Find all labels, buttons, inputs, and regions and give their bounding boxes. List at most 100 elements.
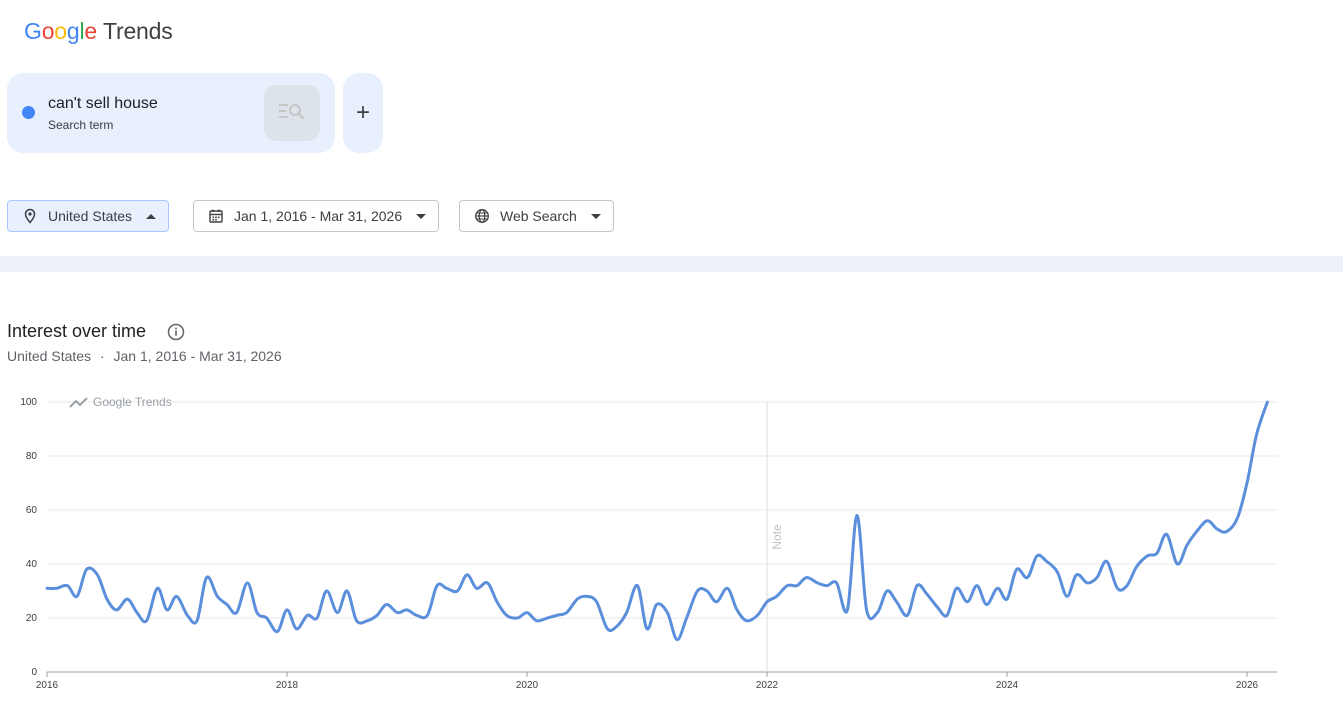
data-point[interactable]: [354, 618, 360, 624]
data-point[interactable]: [194, 618, 200, 624]
data-point[interactable]: [384, 602, 390, 608]
data-point[interactable]: [374, 612, 380, 618]
data-point[interactable]: [824, 583, 830, 589]
data-point[interactable]: [564, 610, 570, 616]
data-point[interactable]: [1114, 585, 1120, 591]
data-point[interactable]: [674, 637, 680, 643]
data-point[interactable]: [1104, 558, 1110, 564]
data-point[interactable]: [844, 607, 850, 613]
data-point[interactable]: [874, 610, 880, 616]
data-point[interactable]: [1124, 583, 1130, 589]
data-point[interactable]: [344, 588, 350, 594]
data-point[interactable]: [624, 610, 630, 616]
data-point[interactable]: [854, 512, 860, 518]
data-point[interactable]: [1164, 531, 1170, 537]
data-point[interactable]: [364, 618, 370, 624]
data-point[interactable]: [264, 615, 270, 621]
data-point[interactable]: [954, 585, 960, 591]
data-point[interactable]: [134, 610, 140, 616]
add-term-button[interactable]: +: [343, 73, 383, 153]
data-point[interactable]: [914, 583, 920, 589]
data-point[interactable]: [534, 618, 540, 624]
data-point[interactable]: [1194, 529, 1200, 535]
data-point[interactable]: [594, 599, 600, 605]
data-point[interactable]: [114, 607, 120, 613]
data-point[interactable]: [604, 626, 610, 632]
data-point[interactable]: [944, 612, 950, 618]
data-point[interactable]: [204, 575, 210, 581]
data-point[interactable]: [1054, 569, 1060, 575]
data-point[interactable]: [164, 607, 170, 613]
data-point[interactable]: [124, 596, 130, 602]
data-point[interactable]: [584, 593, 590, 599]
data-point[interactable]: [894, 599, 900, 605]
data-point[interactable]: [94, 572, 100, 578]
data-point[interactable]: [324, 588, 330, 594]
data-point[interactable]: [994, 585, 1000, 591]
data-point[interactable]: [394, 610, 400, 616]
data-point[interactable]: [644, 626, 650, 632]
term-search-button[interactable]: [264, 85, 320, 141]
data-point[interactable]: [984, 602, 990, 608]
data-point[interactable]: [774, 593, 780, 599]
data-point[interactable]: [144, 618, 150, 624]
annotation-label[interactable]: Note: [770, 524, 784, 550]
data-point[interactable]: [504, 612, 510, 618]
data-point[interactable]: [154, 585, 160, 591]
data-point[interactable]: [434, 583, 440, 589]
data-point[interactable]: [1154, 550, 1160, 556]
data-point[interactable]: [224, 602, 230, 608]
data-point[interactable]: [704, 588, 710, 594]
data-point[interactable]: [444, 585, 450, 591]
data-point[interactable]: [284, 607, 290, 613]
data-point[interactable]: [1044, 558, 1050, 564]
date-range-filter[interactable]: Jan 1, 2016 - Mar 31, 2026: [193, 200, 440, 232]
data-point[interactable]: [554, 612, 560, 618]
data-point[interactable]: [744, 618, 750, 624]
data-point[interactable]: [1134, 564, 1140, 570]
data-point[interactable]: [474, 585, 480, 591]
interest-over-time-chart[interactable]: 0 20 40 60 80 100 2016 2018 2020 2022 2024 2026 Note…: [0, 385, 1343, 705]
data-point[interactable]: [1234, 515, 1240, 521]
property-filter[interactable]: Web Search: [459, 200, 614, 232]
data-point[interactable]: [714, 599, 720, 605]
data-point[interactable]: [1094, 575, 1100, 581]
data-point[interactable]: [904, 612, 910, 618]
data-point[interactable]: [664, 610, 670, 616]
data-point[interactable]: [174, 593, 180, 599]
data-point[interactable]: [44, 585, 50, 591]
data-point[interactable]: [544, 615, 550, 621]
data-point[interactable]: [764, 599, 770, 605]
data-point[interactable]: [454, 588, 460, 594]
data-point[interactable]: [1014, 566, 1020, 572]
data-point[interactable]: [254, 610, 260, 616]
data-point[interactable]: [1224, 529, 1230, 535]
data-point[interactable]: [1064, 593, 1070, 599]
data-point[interactable]: [804, 575, 810, 581]
google-trends-logo[interactable]: Google Trends: [24, 18, 173, 45]
data-point[interactable]: [484, 580, 490, 586]
region-filter[interactable]: United States: [7, 200, 170, 232]
data-point[interactable]: [924, 591, 930, 597]
data-point[interactable]: [974, 583, 980, 589]
data-point[interactable]: [514, 615, 520, 621]
data-point[interactable]: [424, 612, 430, 618]
data-point[interactable]: [734, 607, 740, 613]
data-point[interactable]: [1084, 580, 1090, 586]
data-point[interactable]: [414, 612, 420, 618]
data-point[interactable]: [1174, 561, 1180, 567]
data-point[interactable]: [684, 615, 690, 621]
data-point[interactable]: [1074, 572, 1080, 578]
data-point[interactable]: [54, 585, 60, 591]
data-point[interactable]: [464, 572, 470, 578]
data-point[interactable]: [74, 593, 80, 599]
data-point[interactable]: [1004, 596, 1010, 602]
data-point[interactable]: [64, 583, 70, 589]
data-point[interactable]: [244, 580, 250, 586]
data-point[interactable]: [654, 602, 660, 608]
data-point[interactable]: [614, 623, 620, 629]
data-point[interactable]: [964, 599, 970, 605]
data-point[interactable]: [754, 612, 760, 618]
data-point[interactable]: [104, 596, 110, 602]
data-point[interactable]: [524, 610, 530, 616]
